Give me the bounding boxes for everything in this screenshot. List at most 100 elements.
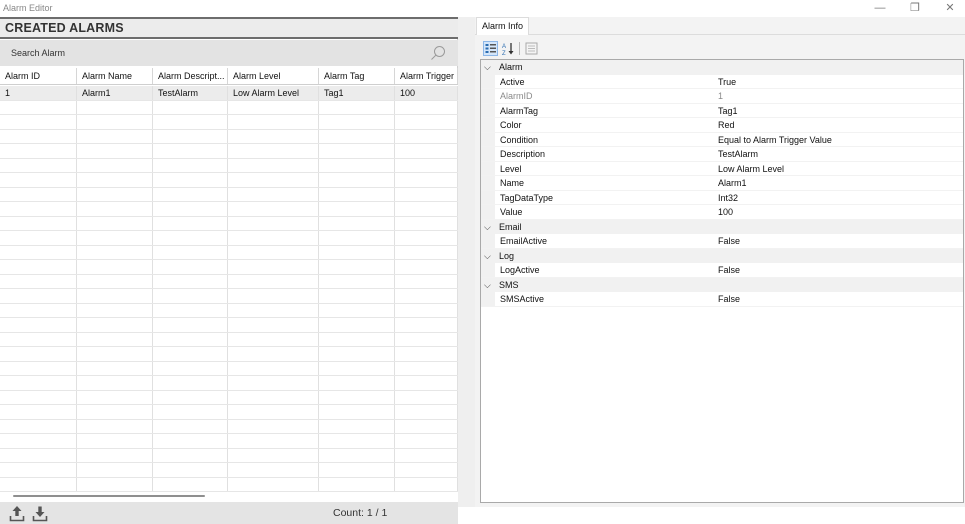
property-name: Active (500, 76, 525, 87)
chevron-down-icon[interactable]: ⌵ (484, 60, 491, 74)
table-cell (77, 318, 153, 332)
close-button[interactable]: ✕ (936, 1, 964, 16)
empty-table-row (0, 144, 458, 159)
property-value: 1 (718, 91, 724, 101)
property-row[interactable]: SMSActive False (481, 292, 963, 307)
property-value[interactable]: True (718, 75, 736, 89)
table-cell (395, 448, 458, 462)
table-cell (228, 289, 319, 303)
categorized-button[interactable] (483, 41, 498, 56)
table-cell (153, 260, 228, 274)
table-cell (153, 216, 228, 230)
svg-text:A: A (502, 44, 506, 50)
property-value[interactable]: Red (718, 118, 735, 132)
empty-table-row (0, 318, 458, 333)
table-cell (153, 463, 228, 477)
category-log[interactable]: ⌵ Log (481, 248, 963, 263)
scrollbar-thumb[interactable] (13, 495, 205, 497)
property-value[interactable]: False (718, 292, 740, 306)
property-value[interactable]: Alarm1 (718, 176, 747, 190)
property-row[interactable]: TagDataType Int32 (481, 190, 963, 205)
table-cell (228, 361, 319, 375)
property-value[interactable]: False (718, 263, 740, 277)
download-icon[interactable] (32, 505, 48, 522)
table-cell (77, 361, 153, 375)
property-row[interactable]: Active True (481, 74, 963, 89)
column-header[interactable]: Alarm Descript... (153, 68, 228, 84)
property-value[interactable]: Low Alarm Level (718, 162, 784, 176)
property-value[interactable]: TestAlarm (718, 147, 758, 161)
column-header[interactable]: Alarm Tag (319, 68, 395, 84)
table-cell (228, 376, 319, 390)
search-icon[interactable] (430, 45, 446, 61)
chevron-down-icon[interactable]: ⌵ (484, 278, 491, 292)
column-header[interactable]: Alarm Trigger (395, 68, 458, 84)
empty-table-row (0, 115, 458, 130)
table-cell (319, 260, 395, 274)
property-name: LogActive (500, 265, 540, 275)
tab-strip: Alarm Info (475, 17, 965, 35)
property-row[interactable]: Level Low Alarm Level (481, 161, 963, 176)
splitter[interactable] (458, 17, 475, 507)
search-bar[interactable]: Search Alarm (0, 40, 458, 66)
table-row[interactable]: 1 Alarm1 TestAlarm Low Alarm Level Tag1 100 (0, 86, 458, 101)
table-cell (228, 477, 319, 491)
table-cell (228, 463, 319, 477)
property-row[interactable]: Color Red (481, 118, 963, 133)
category-email[interactable]: ⌵ Email (481, 219, 963, 234)
table-cell (0, 187, 77, 201)
property-pages-button[interactable] (524, 41, 539, 56)
chevron-down-icon[interactable]: ⌵ (484, 220, 491, 234)
table-cell (395, 405, 458, 419)
table-cell (153, 347, 228, 361)
property-grid-toolbar: A Z (480, 40, 960, 58)
search-input[interactable]: Search Alarm (11, 48, 65, 58)
horizontal-scrollbar[interactable] (0, 492, 458, 502)
upload-icon[interactable] (9, 505, 25, 522)
property-row[interactable]: LogActive False (481, 263, 963, 278)
property-value[interactable]: Tag1 (718, 104, 738, 118)
property-row[interactable]: AlarmID 1 (481, 89, 963, 104)
column-header[interactable]: Alarm Name (77, 68, 153, 84)
category-label: SMS (499, 279, 519, 290)
minimize-button[interactable]: — (866, 1, 894, 16)
table-cell: Tag1 (319, 86, 395, 100)
table-cell (77, 231, 153, 245)
table-cell (0, 463, 77, 477)
property-row[interactable]: Description TestAlarm (481, 147, 963, 162)
row-gutter (481, 263, 495, 277)
property-row[interactable]: EmailActive False (481, 234, 963, 249)
table-cell (228, 129, 319, 143)
property-value[interactable]: 100 (718, 205, 733, 219)
created-alarms-panel: CREATED ALARMS Search Alarm Alarm ID Alar… (0, 17, 458, 524)
restore-button[interactable]: ❐ (901, 1, 929, 16)
column-header[interactable]: Alarm Level (228, 68, 319, 84)
table-cell (228, 173, 319, 187)
empty-table-row (0, 158, 458, 173)
chevron-down-icon[interactable]: ⌵ (484, 249, 491, 263)
column-header[interactable]: Alarm ID (0, 68, 77, 84)
table-cell (77, 158, 153, 172)
property-row[interactable]: Name Alarm1 (481, 176, 963, 191)
table-cell (77, 115, 153, 129)
table-cell (0, 318, 77, 332)
alphabetical-button[interactable]: A Z (501, 41, 516, 57)
property-value[interactable]: Int32 (718, 191, 738, 205)
table-cell (77, 434, 153, 448)
property-value[interactable]: False (718, 234, 740, 248)
empty-table-row (0, 173, 458, 188)
property-value[interactable]: Equal to Alarm Trigger Value (718, 133, 832, 147)
table-cell (77, 245, 153, 259)
property-row[interactable]: AlarmTag Tag1 (481, 103, 963, 118)
category-sms[interactable]: ⌵ SMS (481, 277, 963, 292)
empty-table-row (0, 405, 458, 420)
tab-alarm-info[interactable]: Alarm Info (476, 17, 530, 35)
empty-table-row (0, 376, 458, 391)
property-row[interactable]: Value 100 (481, 205, 963, 220)
table-cell (153, 303, 228, 317)
category-alarm[interactable]: ⌵ Alarm (481, 60, 963, 75)
property-row[interactable]: Condition Equal to Alarm Trigger Value (481, 132, 963, 147)
table-cell (153, 477, 228, 491)
minimize-icon: — (874, 2, 886, 14)
table-cell (395, 158, 458, 172)
